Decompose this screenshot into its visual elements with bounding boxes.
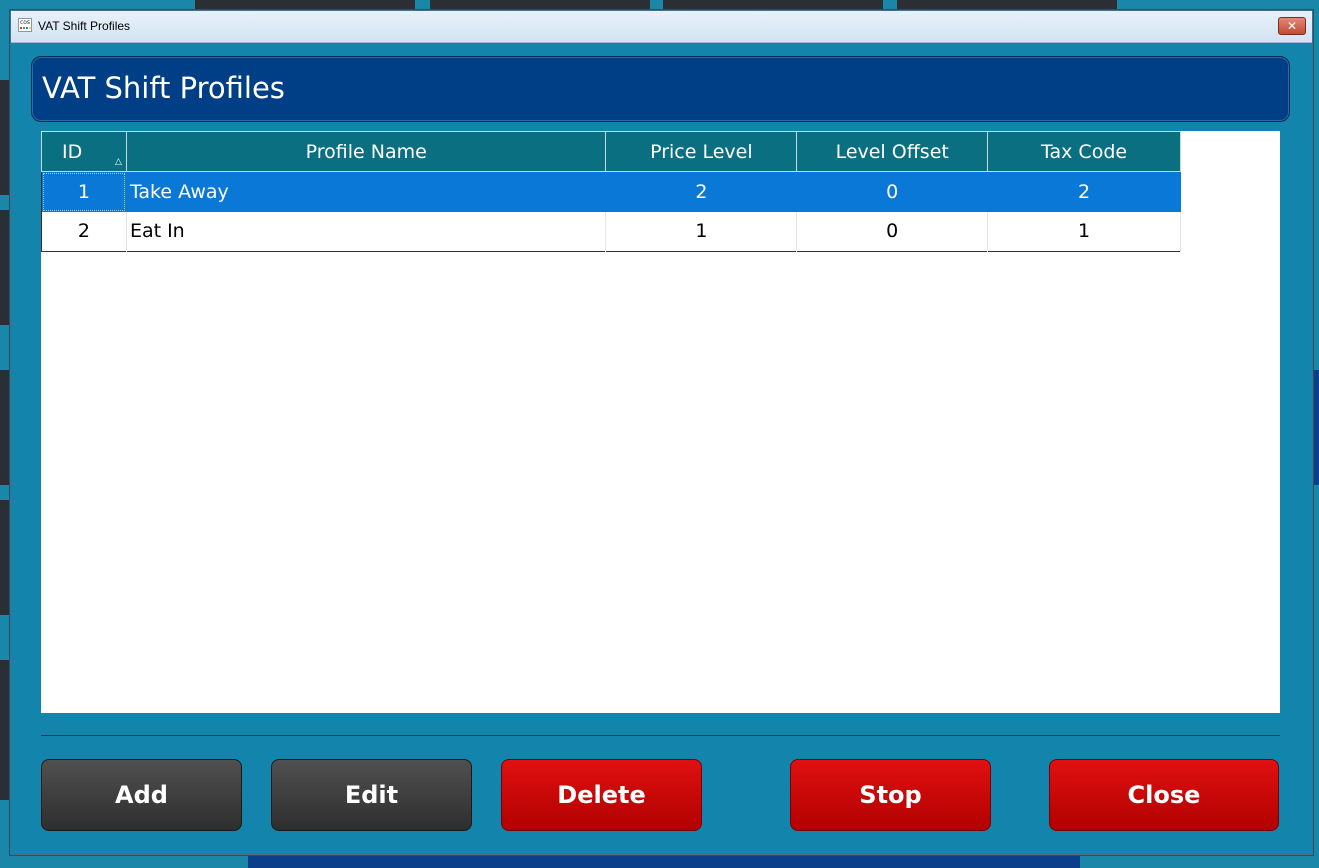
page-title: VAT Shift Profiles xyxy=(42,71,285,105)
background-strip xyxy=(1313,370,1319,485)
sort-ascending-icon: △ xyxy=(115,157,122,167)
column-header-price-level[interactable]: Price Level xyxy=(605,131,798,172)
delete-button[interactable]: Delete xyxy=(501,759,702,831)
background-tile xyxy=(430,0,650,10)
close-icon: ✕ xyxy=(1286,19,1298,33)
cell-id: 1 xyxy=(41,171,127,212)
page-header: VAT Shift Profiles xyxy=(31,56,1290,122)
window-title: VAT Shift Profiles xyxy=(38,19,131,33)
cell-id: 2 xyxy=(41,211,127,252)
cell-level-offset: 0 xyxy=(796,171,989,212)
cell-profile-name: Eat In xyxy=(126,211,607,252)
divider xyxy=(41,735,1280,736)
window-close-button[interactable]: ✕ xyxy=(1278,17,1306,35)
cell-tax-code: 1 xyxy=(987,211,1181,252)
column-header-id[interactable]: ID △ xyxy=(41,131,127,172)
background-tile xyxy=(663,0,883,10)
background-tile xyxy=(0,660,10,800)
background-tile xyxy=(897,0,1117,10)
dialog-window: cos VAT Shift Profiles ✕ VAT Shift Profi… xyxy=(10,10,1313,855)
cell-level-offset: 0 xyxy=(796,211,989,252)
table-row[interactable]: 2 Eat In 1 0 1 xyxy=(41,211,1181,252)
cell-price-level: 2 xyxy=(605,171,798,212)
cell-price-level: 1 xyxy=(605,211,798,252)
background-tile xyxy=(0,500,10,615)
background-tile xyxy=(0,80,10,195)
background-strip xyxy=(248,856,1080,868)
add-button[interactable]: Add xyxy=(41,759,242,831)
edit-button[interactable]: Edit xyxy=(271,759,472,831)
app-icon: cos xyxy=(18,18,32,32)
profiles-grid-area[interactable]: ID △ Profile Name Price Level Level Offs… xyxy=(41,131,1280,713)
stop-button[interactable]: Stop xyxy=(790,759,991,831)
cell-tax-code: 2 xyxy=(987,171,1181,212)
background-tile xyxy=(195,0,415,10)
close-button[interactable]: Close xyxy=(1049,759,1279,831)
table-row[interactable]: 1 Take Away 2 0 2 xyxy=(41,171,1181,212)
column-header-level-offset[interactable]: Level Offset xyxy=(796,131,989,172)
cell-profile-name: Take Away xyxy=(126,171,607,212)
table-header-row: ID △ Profile Name Price Level Level Offs… xyxy=(41,131,1181,172)
column-header-profile-name[interactable]: Profile Name xyxy=(125,131,607,172)
background-tile xyxy=(0,370,10,485)
column-header-tax-code[interactable]: Tax Code xyxy=(987,131,1181,172)
background-tile xyxy=(0,210,10,325)
title-bar[interactable]: cos VAT Shift Profiles ✕ xyxy=(11,11,1312,43)
profiles-table: ID △ Profile Name Price Level Level Offs… xyxy=(41,131,1181,252)
